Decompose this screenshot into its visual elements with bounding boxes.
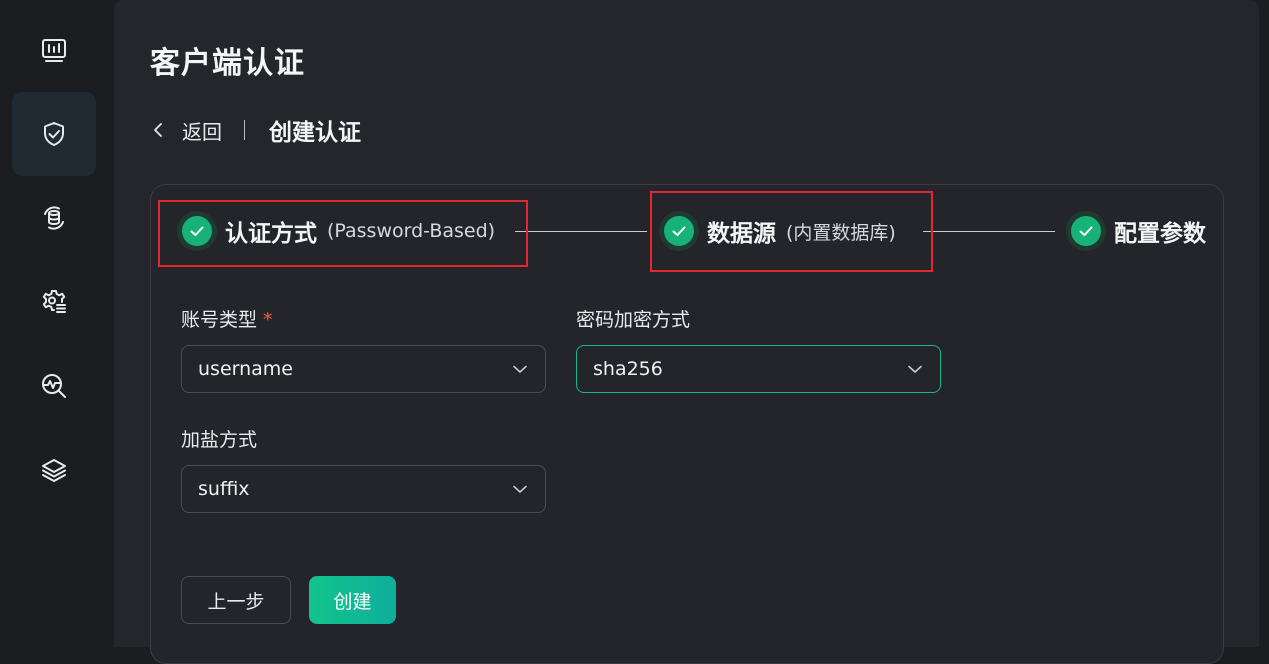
breadcrumb-divider xyxy=(244,120,245,140)
nav-item-dashboard[interactable] xyxy=(12,8,96,92)
layers-icon xyxy=(42,459,66,482)
chevron-down-icon xyxy=(513,485,527,493)
salt-position-label: 加盐方式 xyxy=(181,429,258,451)
step-connector xyxy=(923,231,1055,232)
breadcrumb: 返回 创建认证 xyxy=(150,112,361,148)
back-link[interactable]: 返回 xyxy=(182,116,222,145)
password-hash-value: sha256 xyxy=(593,358,663,380)
nav-item-data-integration[interactable] xyxy=(12,176,96,260)
nav-item-security[interactable] xyxy=(12,92,96,176)
account-type-value: username xyxy=(198,358,293,380)
prev-step-button[interactable]: 上一步 xyxy=(181,576,291,624)
step-label: 配置参数 xyxy=(1114,221,1206,247)
create-button[interactable]: 创建 xyxy=(309,576,396,624)
account-type-label: 账号类型 * xyxy=(181,309,273,331)
nav-item-diagnose[interactable] xyxy=(12,344,96,428)
chevron-down-icon xyxy=(908,365,922,373)
pulse-search-icon xyxy=(42,374,66,398)
password-hash-select[interactable]: sha256 xyxy=(576,345,941,393)
account-type-select[interactable]: username xyxy=(181,345,546,393)
chevron-down-icon xyxy=(513,365,527,373)
check-icon xyxy=(1079,226,1093,236)
nav-item-plugins[interactable] xyxy=(12,428,96,512)
salt-position-select[interactable]: suffix xyxy=(181,465,546,513)
salt-position-value: suffix xyxy=(198,478,250,500)
step-complete-indicator xyxy=(1066,211,1106,251)
password-hash-label: 密码加密方式 xyxy=(576,309,691,331)
highlight-box-data-source xyxy=(650,191,933,272)
step-config-params: 配置参数 xyxy=(1066,211,1206,251)
chevron-left-icon[interactable] xyxy=(150,121,168,139)
step-connector xyxy=(515,231,647,232)
gear-list-icon xyxy=(42,290,66,313)
main-panel: 客户端认证 返回 创建认证 认证方式 (Password-Based) 数据源 … xyxy=(114,0,1259,664)
required-mark: * xyxy=(263,309,273,331)
dashboard-monitor-icon xyxy=(42,39,66,62)
create-auth-card: 认证方式 (Password-Based) 数据源 (内置数据库) 配置参数 账… xyxy=(150,184,1224,664)
highlight-box-auth-method xyxy=(158,200,528,267)
page-title: 客户端认证 xyxy=(150,46,305,81)
breadcrumb-title: 创建认证 xyxy=(269,120,361,146)
shield-check-icon xyxy=(44,122,64,146)
nav-item-management[interactable] xyxy=(12,260,96,344)
database-sync-icon xyxy=(44,206,64,230)
sidebar xyxy=(0,0,108,647)
